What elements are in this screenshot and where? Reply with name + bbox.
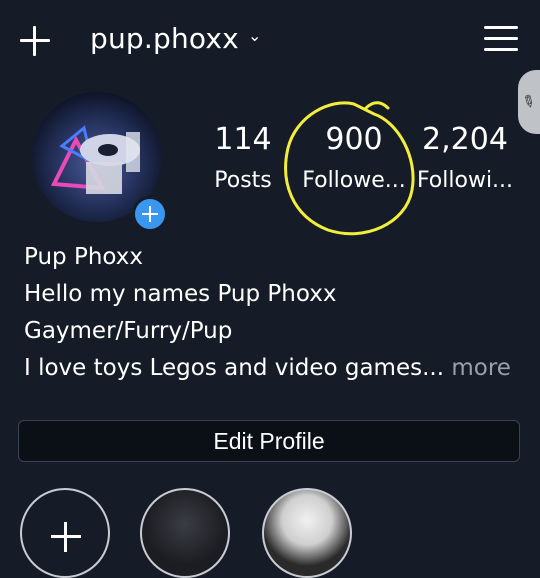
following-count[interactable]: 2,204	[415, 122, 515, 157]
following-label[interactable]: Followi...	[415, 168, 515, 193]
more-link[interactable]: more	[451, 355, 511, 381]
hamburger-menu-icon[interactable]	[484, 24, 518, 54]
bio-line-text: I love toys Legos and video games...	[24, 355, 445, 381]
story-highlight[interactable]	[262, 488, 352, 578]
bio-name: Pup Phoxx	[24, 244, 143, 270]
account-username[interactable]: pup.phoxx	[90, 22, 239, 55]
bio-line: Hello my names Pup Phoxx	[24, 281, 337, 307]
new-post-plus-icon[interactable]	[18, 24, 52, 58]
chevron-down-icon[interactable]: ⌄	[248, 26, 261, 45]
bio-line: Gaymer/Furry/Pup	[24, 318, 233, 344]
story-highlight[interactable]	[140, 488, 230, 578]
bio-line-truncated: I love toys Legos and video games... mor…	[24, 353, 511, 383]
new-highlight-plus-icon[interactable]	[20, 488, 110, 578]
hand-drawn-circle-icon	[284, 101, 415, 236]
edit-profile-button[interactable]: Edit Profile	[18, 420, 520, 462]
add-story-plus-icon[interactable]	[132, 196, 168, 232]
